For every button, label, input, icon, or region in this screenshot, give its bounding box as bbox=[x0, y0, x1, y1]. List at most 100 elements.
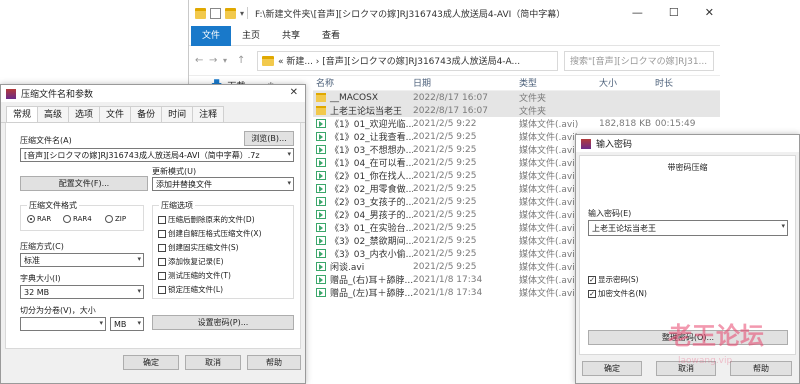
file-name-cell: 《3》02_禁欲期间... bbox=[313, 234, 413, 247]
up-arrow-icon[interactable]: ↑ bbox=[237, 55, 251, 66]
dialog-title: 输入密码 bbox=[596, 140, 633, 150]
profile-button[interactable]: 配置文件(F)... bbox=[20, 176, 148, 191]
video-file-icon bbox=[316, 249, 326, 258]
dict-select[interactable]: 32 MB ▾ bbox=[20, 285, 144, 299]
split-unit-select[interactable]: MB ▾ bbox=[110, 317, 144, 331]
quick-access-dropdown-icon[interactable]: ▾ bbox=[240, 9, 244, 18]
ok-button[interactable]: 确定 bbox=[123, 355, 179, 370]
checkbox-box: ✓ bbox=[588, 289, 596, 298]
column-size[interactable]: 大小 bbox=[599, 76, 655, 90]
file-date: 2022/8/17 16:07 bbox=[413, 92, 488, 103]
archive-name-field[interactable]: [音声][シロクマの嫁]RJ316743成人放送局4-AVI（简中字幕）.7z … bbox=[20, 148, 294, 162]
tab-general[interactable]: 常规 bbox=[6, 106, 39, 122]
checkbox-icon[interactable] bbox=[210, 7, 221, 19]
recent-dropdown-icon[interactable]: ▾ bbox=[223, 56, 237, 65]
file-name-cell: 《1》01_欢迎光临... bbox=[313, 117, 413, 130]
tab-view[interactable]: 查看 bbox=[311, 26, 351, 46]
browse-button[interactable]: 浏览(B)... bbox=[244, 131, 294, 146]
checkbox-label: 加密文件名(N) bbox=[598, 289, 647, 298]
video-file-icon bbox=[316, 210, 326, 219]
search-input[interactable]: 搜索"[音声][シロクマの嫁]RJ31... bbox=[564, 50, 714, 71]
option-checkbox[interactable]: 创建固实压缩文件(S) bbox=[158, 242, 239, 253]
column-length[interactable]: 时长 bbox=[655, 76, 715, 90]
dialog-tabs: 常规 高级 选项 文件 备份 时间 注释 bbox=[1, 106, 305, 123]
file-name-cell: 赠品_(右)耳＋舔脖... bbox=[313, 273, 413, 286]
minimize-button[interactable]: — bbox=[632, 6, 643, 19]
show-password-checkbox[interactable]: ✓ 显示密码(S) bbox=[588, 274, 639, 285]
file-name: 《2》01_你在找人... bbox=[330, 172, 413, 182]
file-name-cell: 《1》04_在可以看... bbox=[313, 156, 413, 169]
radio-label: RAR4 bbox=[73, 215, 92, 223]
encrypt-names-checkbox[interactable]: ✓ 加密文件名(N) bbox=[588, 288, 647, 299]
dialog-titlebar: 输入密码 bbox=[576, 135, 799, 152]
file-date: 2021/2/5 9:25 bbox=[413, 144, 477, 155]
tab-file[interactable]: 文件 bbox=[191, 25, 232, 46]
file-row[interactable]: __MACOSX 2022/8/17 16:07 文件夹 bbox=[313, 91, 720, 104]
option-checkbox[interactable]: 压缩后删除原来的文件(D) bbox=[158, 214, 255, 225]
watermark-url: laowang.vip bbox=[678, 356, 733, 366]
split-size-field[interactable]: ▾ bbox=[20, 317, 106, 331]
file-name-cell: 闲谈.avi bbox=[313, 260, 413, 273]
password-value: 上老王论坛当老王 bbox=[592, 223, 656, 233]
file-name: 《3》01_在实验台... bbox=[330, 224, 413, 234]
file-date: 2021/2/5 9:25 bbox=[413, 157, 477, 168]
option-checkbox[interactable]: 创建自解压格式压缩文件(X) bbox=[158, 228, 262, 239]
folder-icon bbox=[316, 106, 326, 115]
column-name[interactable]: 名称 bbox=[313, 76, 413, 90]
tab-comment[interactable]: 注释 bbox=[192, 106, 225, 122]
file-name-cell: 《1》03_不想想办... bbox=[313, 143, 413, 156]
address-path: « 新建... › [音声][シロクマの嫁]RJ316743成人放送局4-A..… bbox=[278, 57, 521, 67]
folder-icon bbox=[262, 55, 274, 66]
ribbon-tabs: 文件 主页 共享 查看 bbox=[189, 25, 720, 46]
file-row[interactable]: 上老王论坛当老王 2022/8/17 16:07 文件夹 bbox=[313, 104, 720, 117]
file-row[interactable]: 《1》01_欢迎光临... 2021/2/5 9:22 媒体文件(.avi) 182,… bbox=[313, 117, 720, 130]
column-type[interactable]: 类型 bbox=[519, 76, 599, 90]
back-arrow-icon[interactable]: ← bbox=[195, 55, 209, 66]
file-date: 2021/2/5 9:25 bbox=[413, 196, 477, 207]
tab-backup[interactable]: 备份 bbox=[130, 106, 163, 122]
video-file-icon bbox=[316, 275, 326, 284]
password-field[interactable]: 上老王论坛当老王 ▾ bbox=[588, 220, 788, 236]
radio-zip[interactable]: ZIP bbox=[105, 215, 126, 223]
radio-dot bbox=[105, 215, 113, 223]
divider bbox=[247, 7, 249, 19]
address-bar[interactable]: « 新建... › [音声][シロクマの嫁]RJ316743成人放送局4-A..… bbox=[257, 50, 558, 71]
checkbox-label: 创建固实压缩文件(S) bbox=[168, 243, 239, 252]
forward-arrow-icon[interactable]: → bbox=[209, 55, 223, 66]
file-date: 2021/2/5 9:25 bbox=[413, 222, 477, 233]
cancel-button[interactable]: 取消 bbox=[185, 355, 241, 370]
maximize-button[interactable]: ☐ bbox=[669, 6, 679, 19]
ok-button[interactable]: 确定 bbox=[582, 361, 642, 376]
option-checkbox[interactable]: 添加恢复记录(E) bbox=[158, 256, 224, 267]
format-group-caption: 压缩文件格式 bbox=[27, 200, 79, 211]
close-icon[interactable]: ✕ bbox=[290, 87, 298, 98]
tab-share[interactable]: 共享 bbox=[271, 26, 311, 46]
new-folder-icon[interactable] bbox=[225, 7, 236, 19]
update-mode-select[interactable]: 添加并替换文件 ▾ bbox=[152, 177, 294, 191]
winrar-icon bbox=[6, 88, 16, 99]
file-name: 《2》04_男孩子的... bbox=[330, 211, 413, 221]
option-checkbox[interactable]: 测试压缩的文件(T) bbox=[158, 270, 231, 281]
column-date[interactable]: 日期 bbox=[413, 76, 519, 90]
file-date: 2021/2/5 9:22 bbox=[413, 118, 477, 129]
tab-files[interactable]: 文件 bbox=[99, 106, 132, 122]
help-button[interactable]: 帮助 bbox=[247, 355, 301, 370]
set-password-button[interactable]: 设置密码(P)... bbox=[152, 315, 294, 330]
option-checkbox[interactable]: 锁定压缩文件(L) bbox=[158, 284, 223, 295]
radio-rar[interactable]: RAR bbox=[27, 215, 51, 223]
help-button[interactable]: 帮助 bbox=[730, 361, 792, 376]
close-button[interactable]: ✕ bbox=[705, 6, 714, 19]
general-tab-page: 压缩文件名(A) 浏览(B)... [音声][シロクマの嫁]RJ316743成人… bbox=[5, 123, 301, 349]
file-list-header: 名称 日期 类型 大小 时长 bbox=[313, 76, 720, 91]
file-type: 媒体文件(.avi) bbox=[519, 120, 579, 130]
tab-options[interactable]: 选项 bbox=[68, 106, 101, 122]
tab-time[interactable]: 时间 bbox=[161, 106, 194, 122]
password-heading: 带密码压缩 bbox=[667, 163, 708, 172]
tab-home[interactable]: 主页 bbox=[231, 26, 271, 46]
video-file-icon bbox=[316, 288, 326, 297]
checkbox-label: 显示密码(S) bbox=[598, 275, 639, 284]
method-select[interactable]: 标准 ▾ bbox=[20, 253, 144, 267]
file-name: 闲谈.avi bbox=[330, 263, 365, 273]
tab-advanced[interactable]: 高级 bbox=[37, 106, 70, 122]
radio-rar4[interactable]: RAR4 bbox=[63, 215, 92, 223]
